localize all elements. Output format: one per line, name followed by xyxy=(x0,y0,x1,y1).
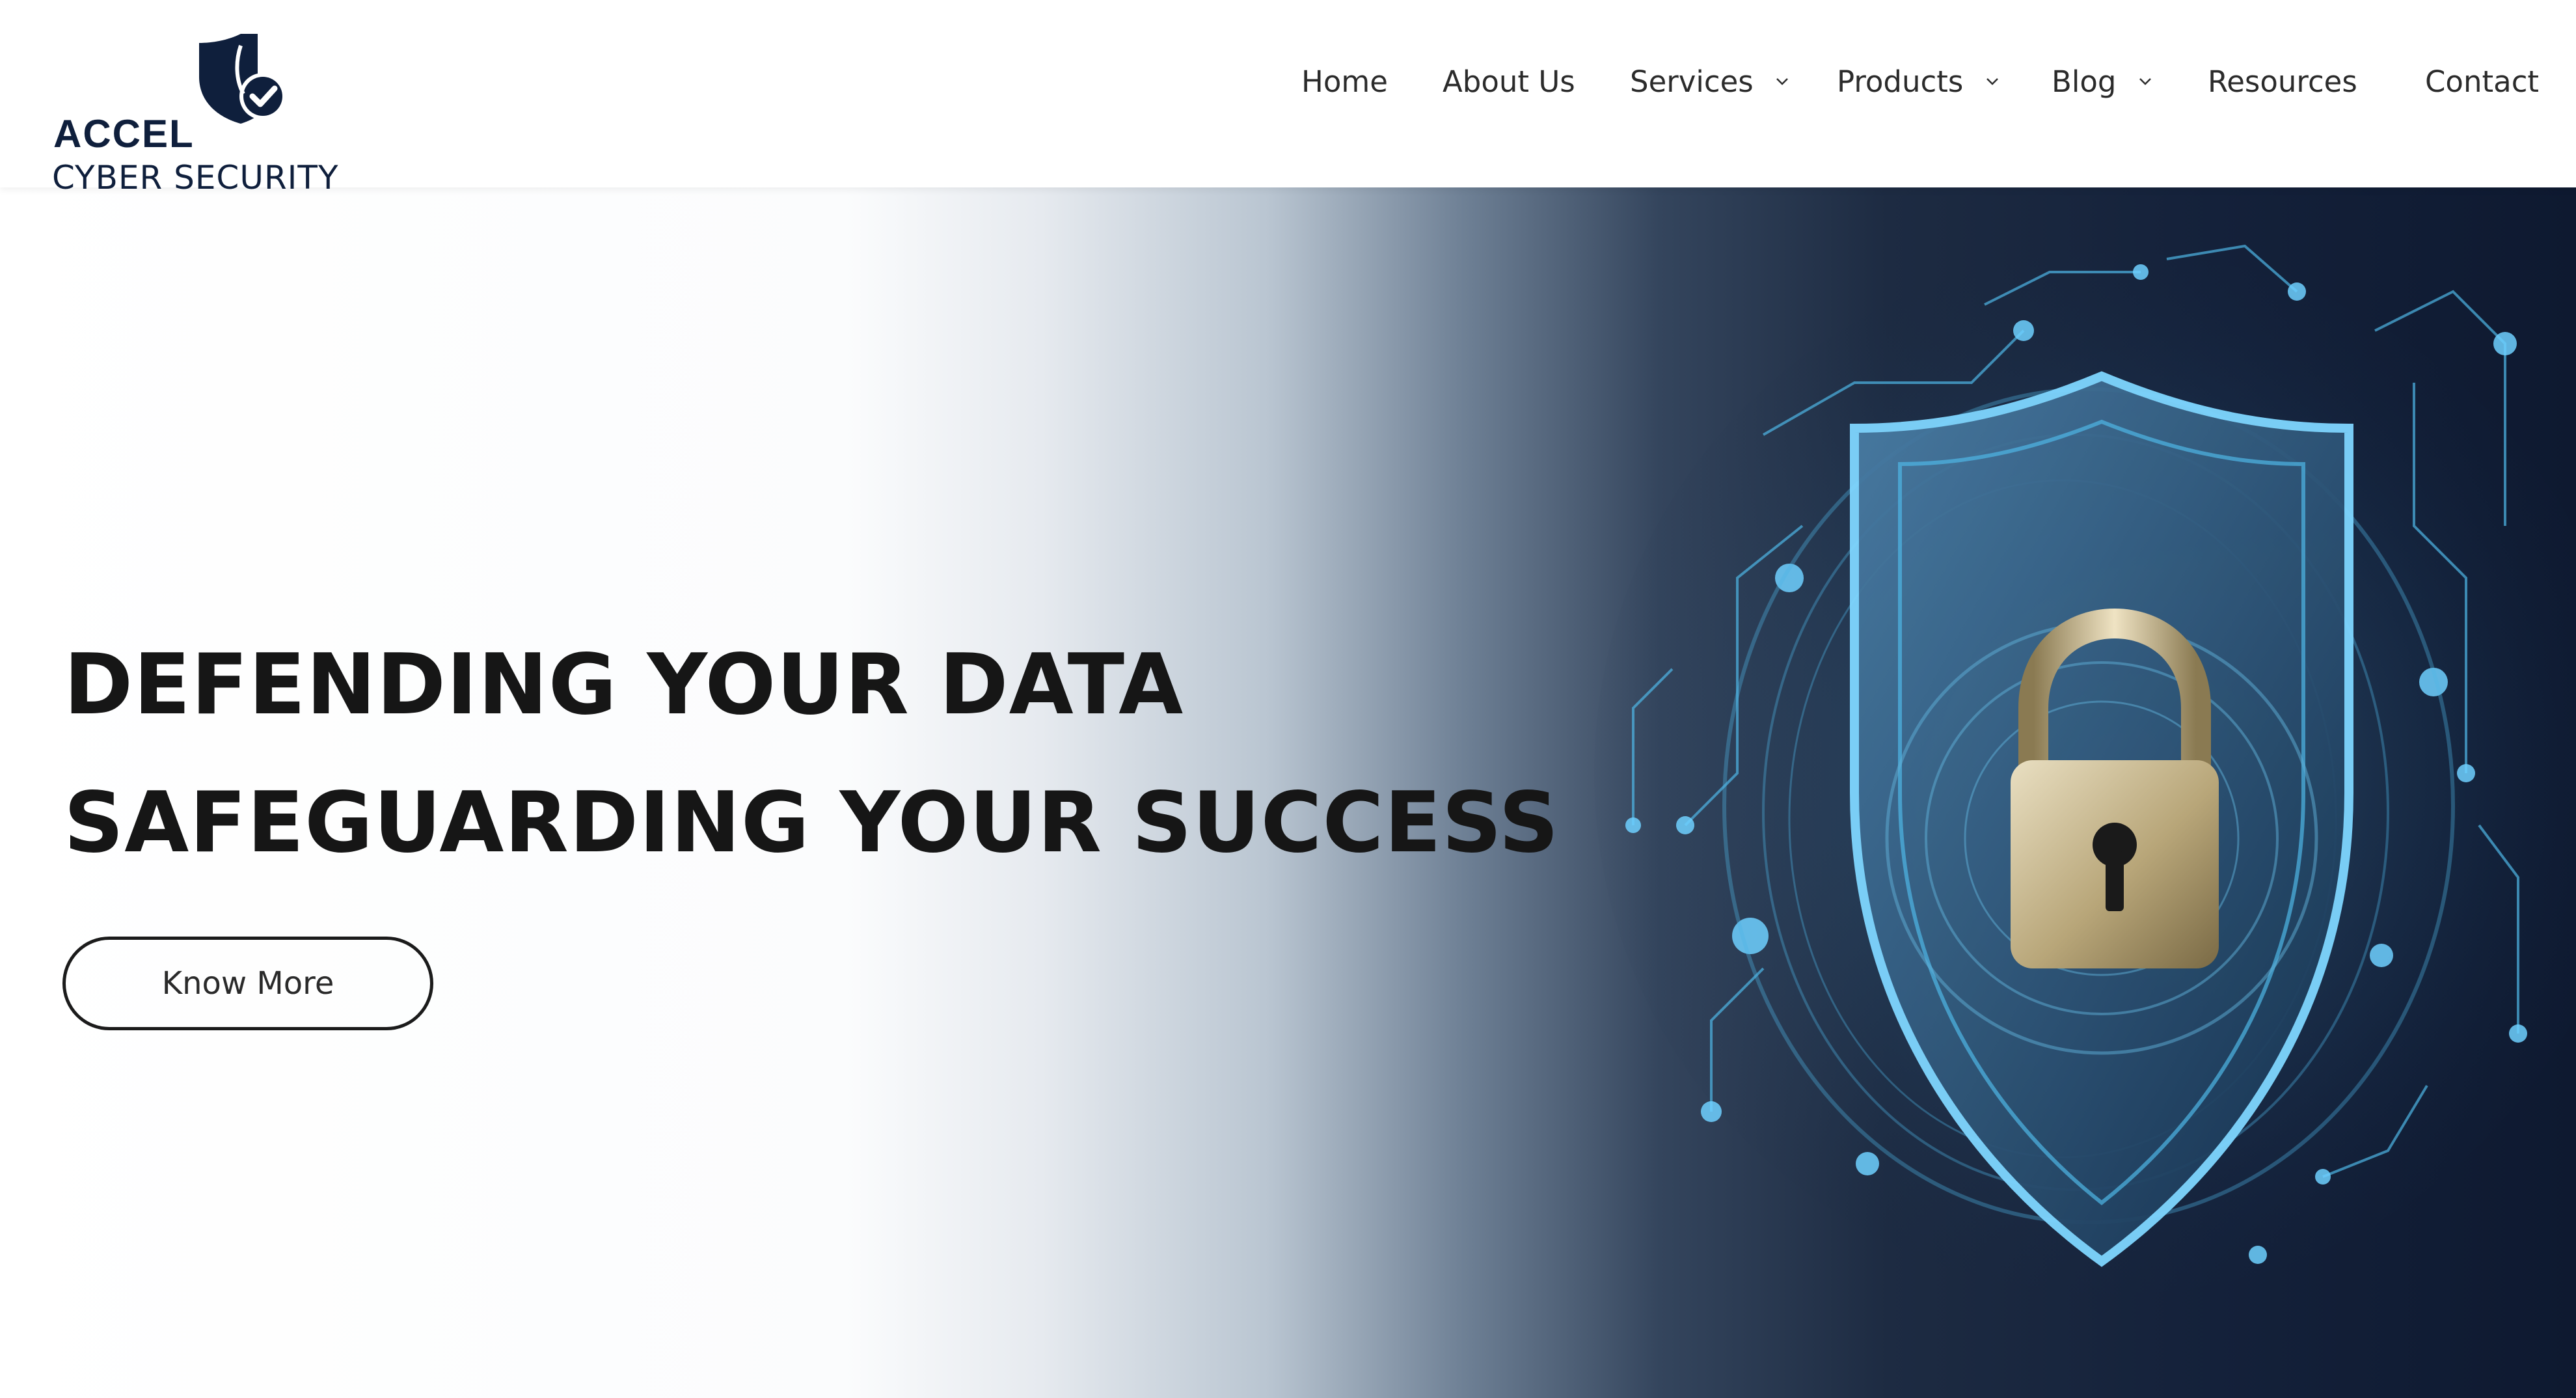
hero-section: DEFENDING YOUR DATA SAFEGUARDING YOUR SU… xyxy=(0,187,2576,1398)
nav-item-about-us[interactable]: About Us xyxy=(1443,62,1575,102)
site-logo[interactable]: ACCEL CYBER SECURITY xyxy=(51,31,363,194)
site-header: ACCEL CYBER SECURITY Home About Us Servi… xyxy=(0,0,2576,194)
logo-primary-text: ACCEL xyxy=(53,112,195,156)
nav-item-label: Services xyxy=(1630,64,1754,99)
chevron-down-icon xyxy=(1986,78,1998,85)
nav-item-label: About Us xyxy=(1443,64,1575,99)
nav-item-label: Products xyxy=(1837,64,1964,99)
nav-item-label: Contact xyxy=(2425,64,2540,99)
nav-item-products[interactable]: Products xyxy=(1837,62,2000,102)
nav-item-blog[interactable]: Blog xyxy=(2052,62,2153,102)
nav-item-home[interactable]: Home xyxy=(1301,62,1388,102)
chevron-down-icon xyxy=(2139,78,2151,85)
shield-check-logo-icon xyxy=(199,34,286,124)
chevron-down-icon xyxy=(1776,78,1788,85)
know-more-button[interactable]: Know More xyxy=(62,937,433,1030)
nav-item-label: Resources xyxy=(2208,64,2357,99)
logo-secondary-text: CYBER SECURITY xyxy=(52,159,339,197)
shield-padlock-illustration xyxy=(1594,244,2576,1294)
nav-item-resources[interactable]: Resources xyxy=(2208,62,2357,102)
nav-item-label: Blog xyxy=(2052,64,2117,99)
nav-item-contact[interactable]: Contact xyxy=(2425,62,2539,102)
hero-headline-line-1: DEFENDING YOUR DATA xyxy=(64,637,1184,733)
nav-item-label: Home xyxy=(1301,64,1388,99)
hero-headline-line-2: SAFEGUARDING YOUR SUCCESS xyxy=(64,774,1560,871)
nav-item-services[interactable]: Services xyxy=(1630,62,1790,102)
